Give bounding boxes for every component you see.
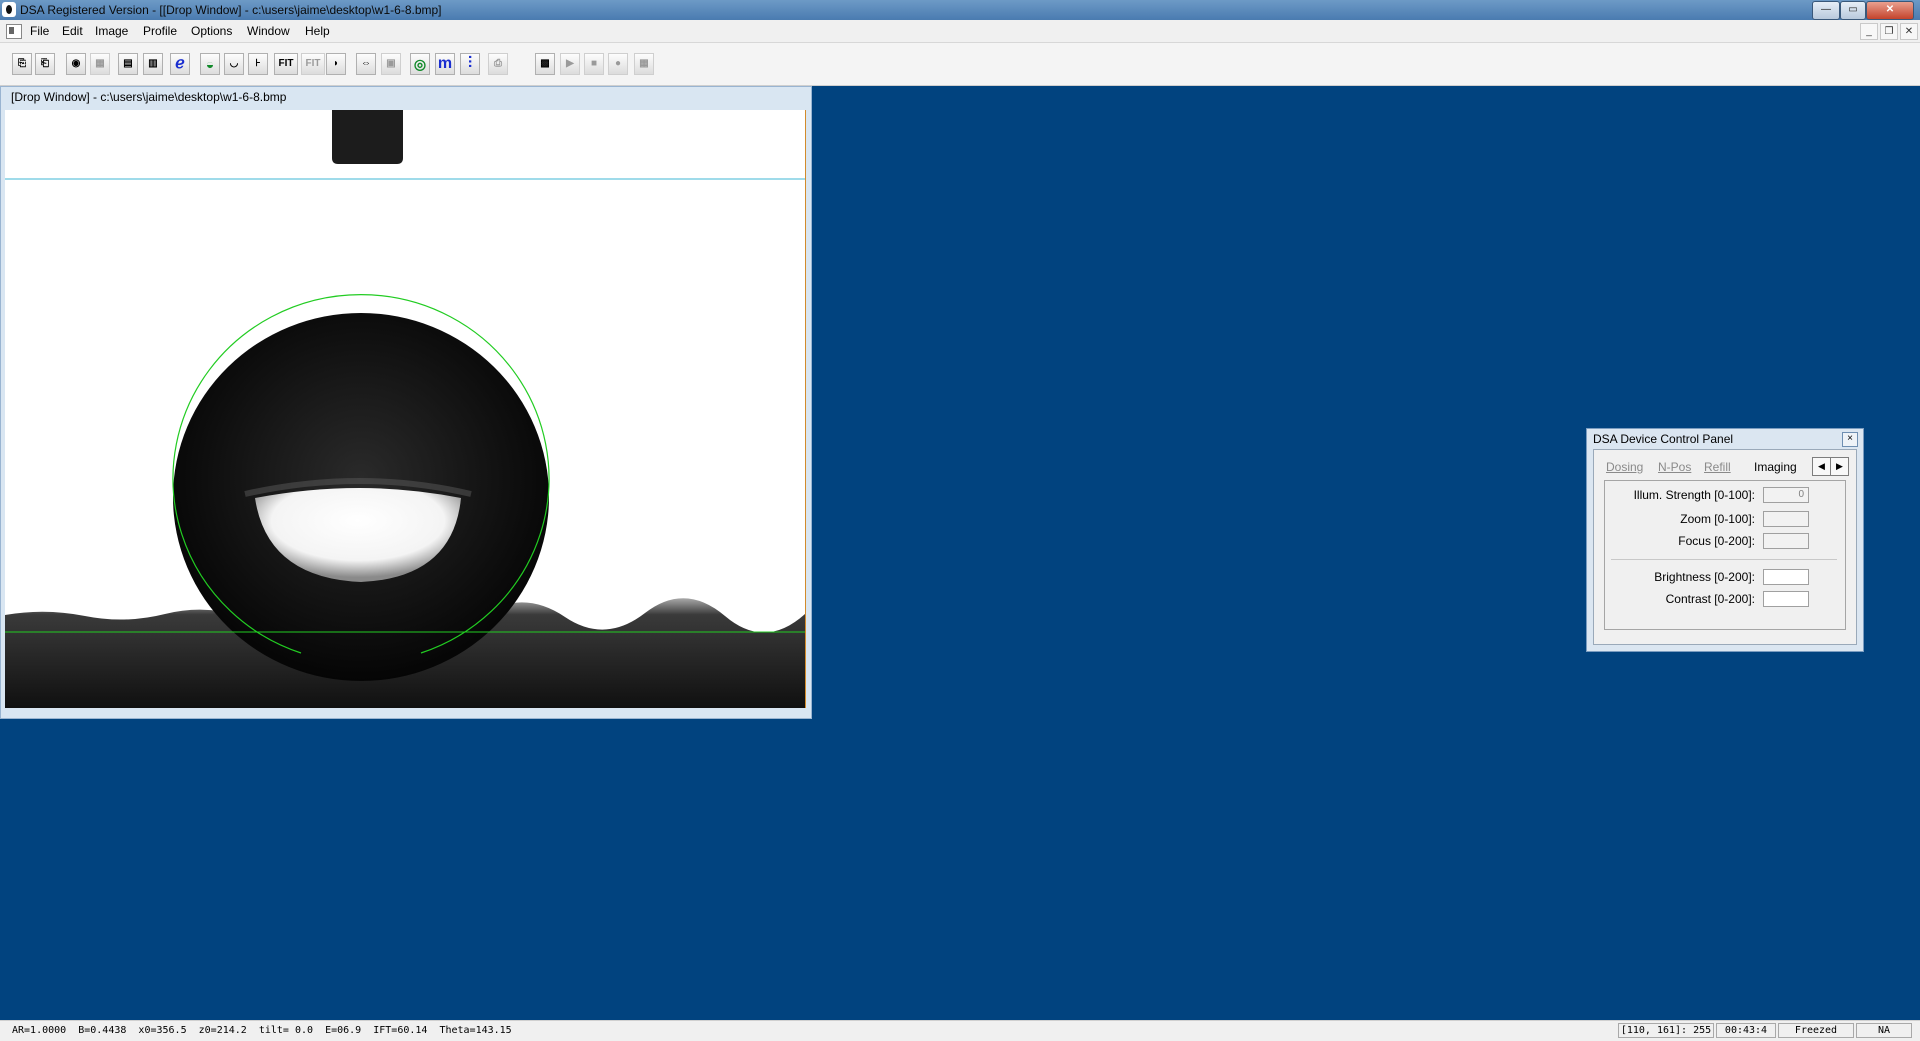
measure-icon[interactable]: ▣ bbox=[381, 53, 401, 75]
brightness-field[interactable] bbox=[1763, 569, 1809, 585]
stop-icon[interactable]: ■ bbox=[584, 53, 604, 75]
fit-disabled-icon[interactable]: FIT bbox=[301, 53, 325, 75]
print-icon[interactable]: ⎙ bbox=[488, 53, 508, 75]
tab-imaging[interactable]: Imaging bbox=[1754, 460, 1797, 474]
tab-dosing[interactable]: Dosing bbox=[1606, 460, 1643, 474]
measurement-readout: AR=1.0000 B=0.4438 x0=356.5 z0=214.2 til… bbox=[12, 1025, 512, 1036]
imaging-settings-group: Illum. Strength [0-100]: 0 Zoom [0-100]:… bbox=[1604, 480, 1846, 630]
window-title: DSA Registered Version - [[Drop Window] … bbox=[20, 3, 442, 17]
menu-options[interactable]: Options bbox=[191, 24, 232, 38]
device-control-panel[interactable]: DSA Device Control Panel × Dosing N-Pos … bbox=[1586, 428, 1864, 652]
device-panel-close-button[interactable]: × bbox=[1842, 432, 1858, 447]
play-icon[interactable]: ▶ bbox=[560, 53, 580, 75]
menu-bar: File Edit Image Profile Options Window H… bbox=[0, 20, 1920, 43]
menu-file[interactable]: File bbox=[30, 24, 49, 38]
device-panel-body: Dosing N-Pos Refill Imaging ◀ ▶ Illum. S… bbox=[1593, 449, 1857, 645]
illum-strength-field[interactable]: 0 bbox=[1763, 487, 1809, 503]
focus-field[interactable] bbox=[1763, 533, 1809, 549]
chart-icon[interactable]: ▥ bbox=[143, 53, 163, 75]
zoom-field[interactable] bbox=[1763, 511, 1809, 527]
needle-icon[interactable]: ⫶ bbox=[460, 53, 480, 75]
contrast-field[interactable] bbox=[1763, 591, 1809, 607]
capture-state: Freezed bbox=[1778, 1023, 1854, 1038]
group-divider bbox=[1611, 559, 1837, 560]
maximize-button[interactable]: ▭ bbox=[1840, 1, 1866, 20]
grid-icon[interactable]: ▦ bbox=[634, 53, 654, 75]
video-icon[interactable]: ▩ bbox=[535, 53, 555, 75]
open-icon[interactable]: ⎘ bbox=[12, 53, 32, 75]
script-icon[interactable]: ℯ bbox=[170, 53, 190, 75]
document-menu-icon[interactable] bbox=[6, 24, 22, 39]
menu-image[interactable]: Image bbox=[95, 24, 128, 38]
copy-icon[interactable]: ▦ bbox=[90, 53, 110, 75]
menu-window[interactable]: Window bbox=[247, 24, 290, 38]
save-icon[interactable]: ⎗ bbox=[35, 53, 55, 75]
needle-tip bbox=[332, 110, 403, 164]
camera-icon[interactable]: ◎ bbox=[410, 53, 430, 75]
device-panel-title: DSA Device Control Panel bbox=[1593, 432, 1734, 446]
fit-icon[interactable]: FIT bbox=[274, 53, 298, 75]
mdi-restore-button[interactable]: ❐ bbox=[1880, 23, 1898, 40]
tab-refill[interactable]: Refill bbox=[1704, 460, 1731, 474]
drop-image bbox=[5, 110, 805, 708]
baseline-icon[interactable]: ⊦ bbox=[248, 53, 268, 75]
pendant-drop-icon[interactable]: ◡ bbox=[224, 53, 244, 75]
table-icon[interactable]: ▤ bbox=[118, 53, 138, 75]
mdi-close-button[interactable]: ✕ bbox=[1900, 23, 1918, 40]
needle-width-icon[interactable]: ⇔ bbox=[356, 53, 376, 75]
title-bar: DSA Registered Version - [[Drop Window] … bbox=[0, 0, 1920, 20]
zoom-label: Zoom [0-100]: bbox=[1680, 512, 1755, 526]
brightness-label: Brightness [0-200]: bbox=[1654, 570, 1755, 584]
minimize-button[interactable]: — bbox=[1812, 1, 1840, 20]
extra-status: NA bbox=[1856, 1023, 1912, 1038]
illum-strength-label: Illum. Strength [0-100]: bbox=[1633, 488, 1755, 502]
app-drop-icon[interactable] bbox=[2, 2, 16, 17]
magnify-icon[interactable]: m bbox=[435, 53, 455, 75]
menu-help[interactable]: Help bbox=[305, 24, 330, 38]
sessile-drop-icon[interactable]: ◒ bbox=[200, 53, 220, 75]
focus-label: Focus [0-200]: bbox=[1678, 534, 1755, 548]
tab-scroll-right-icon[interactable]: ▶ bbox=[1830, 457, 1849, 476]
record-icon[interactable]: ● bbox=[608, 53, 628, 75]
contrast-label: Contrast [0-200]: bbox=[1665, 592, 1755, 606]
menu-edit[interactable]: Edit bbox=[62, 24, 83, 38]
time-readout: 00:43:4 bbox=[1716, 1023, 1776, 1038]
drop-window[interactable]: [Drop Window] - c:\users\jaime\desktop\w… bbox=[0, 86, 812, 719]
drop-image-view[interactable] bbox=[5, 110, 806, 708]
cursor-pixel-readout: [110, 161]: 255 bbox=[1618, 1023, 1714, 1038]
tab-scroll-left-icon[interactable]: ◀ bbox=[1812, 457, 1831, 476]
tab-n-pos[interactable]: N-Pos bbox=[1658, 460, 1691, 474]
drop-shape-icon[interactable]: ◗ bbox=[326, 53, 346, 75]
close-button[interactable]: ✕ bbox=[1866, 1, 1914, 20]
drop-window-title: [Drop Window] - c:\users\jaime\desktop\w… bbox=[11, 90, 287, 104]
mdi-minimize-button[interactable]: _ bbox=[1860, 23, 1878, 40]
drop-icon[interactable]: ◉ bbox=[66, 53, 86, 75]
menu-profile[interactable]: Profile bbox=[143, 24, 177, 38]
status-bar: AR=1.0000 B=0.4438 x0=356.5 z0=214.2 til… bbox=[0, 1020, 1920, 1041]
toolbar: ⎘ ⎗ ◉ ▦ ▤ ▥ ℯ ◒ ◡ ⊦ FIT FIT ◗ ⇔ ▣ ◎ m ⫶ … bbox=[0, 43, 1920, 86]
